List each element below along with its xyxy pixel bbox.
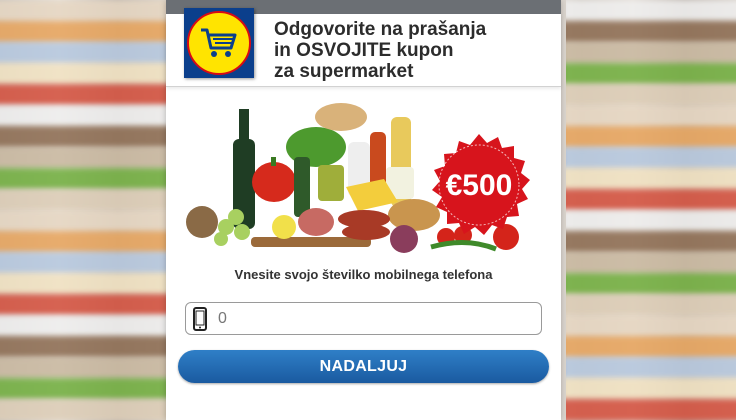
shelf-band (566, 126, 736, 148)
shelf-band (0, 168, 170, 190)
shelf-band (0, 126, 170, 148)
shelf-band (566, 147, 736, 169)
shelf-band (566, 231, 736, 253)
groceries-hero: €500 (166, 87, 561, 265)
promo-card: Odgovorite na prašanja in OSVOJITE kupon… (166, 0, 561, 420)
phone-input[interactable] (214, 308, 520, 329)
shelf-band (0, 147, 170, 169)
shelf-band (566, 63, 736, 85)
shelf-band (566, 21, 736, 43)
shelf-band (0, 63, 170, 85)
shelf-band (0, 294, 170, 316)
header: Odgovorite na prašanja in OSVOJITE kupon… (166, 8, 561, 87)
shelf-band (0, 357, 170, 379)
shelf-band (0, 21, 170, 43)
shelf-band (566, 252, 736, 274)
page-title: Odgovorite na prašanja in OSVOJITE kupon… (274, 18, 487, 82)
shelf-band (566, 378, 736, 400)
shelf-band (566, 210, 736, 232)
mobile-phone-icon (186, 303, 214, 334)
shelf-band (0, 231, 170, 253)
prize-badge: €500 (426, 133, 532, 239)
shopping-cart-icon (201, 28, 237, 57)
shelf-band (566, 42, 736, 64)
shelf-band (0, 84, 170, 106)
phone-field[interactable] (185, 302, 542, 335)
shelf-band (566, 273, 736, 295)
shelf-band (0, 273, 170, 295)
shelf-band (0, 189, 170, 211)
shelf-band (0, 399, 170, 420)
store-logo (184, 8, 254, 78)
shelf-band (566, 0, 736, 22)
shelf-band (0, 336, 170, 358)
phone-prompt: Vnesite svojo številko mobilnega telefon… (234, 267, 493, 282)
shelf-band (566, 189, 736, 211)
shelf-band (566, 315, 736, 337)
background-shelves-left (0, 0, 170, 420)
background-shelves-right (566, 0, 736, 420)
shelf-band (566, 357, 736, 379)
shelf-band (0, 210, 170, 232)
shelf-band (566, 168, 736, 190)
shelf-band (0, 378, 170, 400)
prize-amount: €500 (445, 169, 513, 202)
shelf-band (0, 42, 170, 64)
shelf-band (0, 0, 170, 22)
shelf-band (566, 294, 736, 316)
shelf-band (566, 399, 736, 420)
shelf-band (566, 105, 736, 127)
continue-button[interactable]: NADALJUJ (178, 350, 549, 383)
shelf-band (566, 84, 736, 106)
shelf-band (0, 252, 170, 274)
shelf-band (566, 336, 736, 358)
shelf-band (0, 105, 170, 127)
shelf-band (0, 315, 170, 337)
